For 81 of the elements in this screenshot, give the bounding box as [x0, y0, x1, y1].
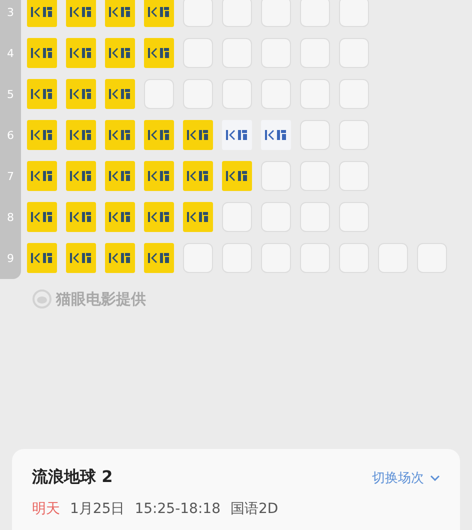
logo-icon [69, 129, 93, 141]
logo-icon [108, 88, 132, 100]
row-number: 3 [6, 4, 15, 20]
sold-seat[interactable] [144, 243, 174, 273]
sold-seat[interactable] [27, 202, 57, 232]
row-number: 8 [6, 210, 15, 226]
row-number: 6 [6, 128, 15, 144]
sold-seat[interactable] [105, 243, 135, 273]
logo-icon [69, 88, 93, 100]
logo-icon [147, 170, 171, 182]
row-number: 5 [6, 86, 15, 102]
version-label: 国语2D [230, 500, 278, 518]
logo-icon [186, 170, 210, 182]
chevron-down-icon [430, 474, 440, 480]
logo-icon [69, 47, 93, 59]
sold-seat[interactable] [105, 79, 135, 109]
row-number: 7 [6, 168, 15, 184]
logo-icon [30, 211, 54, 223]
logo-icon [30, 252, 54, 264]
logo-icon [69, 211, 93, 223]
reserved-seat[interactable] [222, 120, 252, 150]
row-number: 4 [6, 46, 15, 62]
sold-seat[interactable] [27, 38, 57, 68]
logo-icon [30, 129, 54, 141]
sold-seat[interactable] [66, 79, 96, 109]
logo-icon [108, 170, 132, 182]
sold-seat[interactable] [144, 38, 174, 68]
sold-seat[interactable] [27, 79, 57, 109]
logo-icon [30, 47, 54, 59]
logo-icon [108, 6, 132, 18]
sold-seat[interactable] [27, 161, 57, 191]
logo-icon [69, 170, 93, 182]
logo-icon [225, 129, 249, 141]
provider-text: 猫眼电影提供 [56, 290, 146, 308]
logo-icon [186, 211, 210, 223]
sold-seat[interactable] [66, 0, 96, 27]
time-label: 15:25-18:18 [134, 501, 220, 517]
sold-seat[interactable] [105, 161, 135, 191]
sold-seat[interactable] [144, 202, 174, 232]
reserved-seat[interactable] [261, 120, 291, 150]
logo-icon [108, 252, 132, 264]
sold-seat[interactable] [105, 0, 135, 27]
sold-seat[interactable] [66, 38, 96, 68]
logo-icon [108, 47, 132, 59]
logo-icon [147, 47, 171, 59]
switch-showtime-button[interactable]: 切换场次 [372, 468, 440, 486]
sold-seat[interactable] [222, 161, 252, 191]
logo-icon [69, 6, 93, 18]
sold-seat[interactable] [66, 243, 96, 273]
date-label: 1月25日 [70, 500, 125, 518]
sold-seat[interactable] [183, 202, 213, 232]
sold-seat[interactable] [183, 161, 213, 191]
sold-seat[interactable] [27, 0, 57, 27]
day-label: 明天 [32, 500, 60, 518]
sold-seat[interactable] [144, 0, 174, 27]
logo-icon [108, 129, 132, 141]
sold-seat[interactable] [144, 120, 174, 150]
logo-icon [30, 170, 54, 182]
logo-icon [147, 211, 171, 223]
movie-title: 流浪地球 2 [32, 467, 113, 488]
logo-icon [30, 6, 54, 18]
logo-icon [147, 129, 171, 141]
sold-seat[interactable] [105, 38, 135, 68]
logo-icon [69, 252, 93, 264]
logo-icon [225, 170, 249, 182]
logo-icon [147, 6, 171, 18]
sold-seat[interactable] [183, 120, 213, 150]
logo-icon [147, 252, 171, 264]
sold-seat[interactable] [27, 120, 57, 150]
sold-seat[interactable] [105, 120, 135, 150]
sold-seat[interactable] [144, 161, 174, 191]
sold-seat[interactable] [27, 243, 57, 273]
row-number: 9 [6, 250, 15, 266]
logo-icon [186, 129, 210, 141]
sold-seat[interactable] [66, 120, 96, 150]
logo-icon [108, 211, 132, 223]
sold-seat[interactable] [66, 161, 96, 191]
logo-icon [264, 129, 288, 141]
sold-seat[interactable] [66, 202, 96, 232]
logo-icon [30, 88, 54, 100]
sold-seat[interactable] [105, 202, 135, 232]
